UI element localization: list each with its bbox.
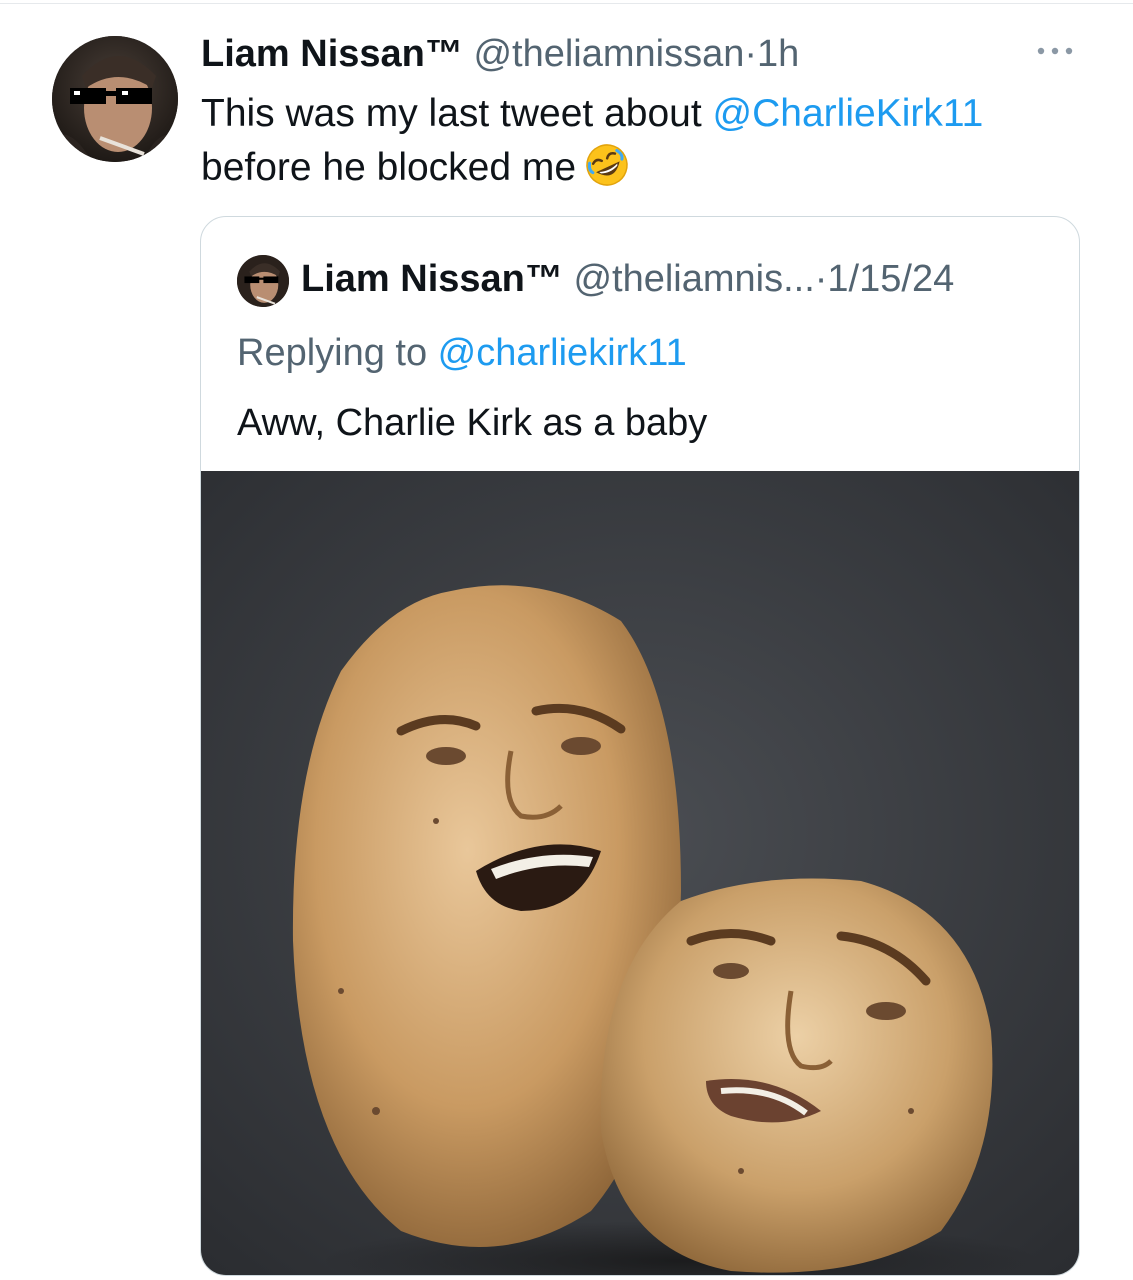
quoted-author-handle[interactable]: @theliamnis... xyxy=(573,258,814,300)
quoted-timestamp[interactable]: 1/15/24 xyxy=(827,258,954,300)
quoted-tweet-image[interactable] xyxy=(201,471,1079,1275)
tweet-text: This was my last tweet about @CharlieKir… xyxy=(201,87,1101,203)
top-divider xyxy=(0,3,1133,4)
tweet-mention-link[interactable]: @CharlieKirk11 xyxy=(713,92,984,135)
author-avatar[interactable] xyxy=(52,36,178,162)
quoted-header-separator: · xyxy=(814,258,828,300)
more-options-icon[interactable] xyxy=(1033,36,1077,66)
tweet-text-before: This was my last tweet about xyxy=(201,92,713,135)
tweet-timestamp[interactable]: 1h xyxy=(757,33,799,75)
quoted-author-avatar[interactable] xyxy=(237,255,289,307)
quoted-tweet-text: Aww, Charlie Kirk as a baby xyxy=(237,402,708,444)
replying-to-handle-link[interactable]: @charliekirk11 xyxy=(438,332,687,374)
quoted-tweet-header: Liam Nissan™ @theliamnis...·1/15/24 xyxy=(301,253,954,305)
tweet-text-after: before he blocked me xyxy=(201,146,577,189)
tweet-header: Liam Nissan™ @theliamnissan·1h xyxy=(201,30,799,78)
author-name[interactable]: Liam Nissan™ xyxy=(201,33,463,75)
replying-to-line: Replying to @charliekirk11 xyxy=(237,327,687,379)
author-handle[interactable]: @theliamnissan xyxy=(473,33,744,75)
quoted-tweet-card[interactable]: Liam Nissan™ @theliamnis...·1/15/24 Repl… xyxy=(200,216,1080,1276)
replying-to-label: Replying to xyxy=(237,332,438,374)
rolling-on-floor-laughing-emoji-icon xyxy=(584,142,630,203)
quoted-author-name[interactable]: Liam Nissan™ xyxy=(301,258,563,300)
header-separator: · xyxy=(744,33,758,75)
